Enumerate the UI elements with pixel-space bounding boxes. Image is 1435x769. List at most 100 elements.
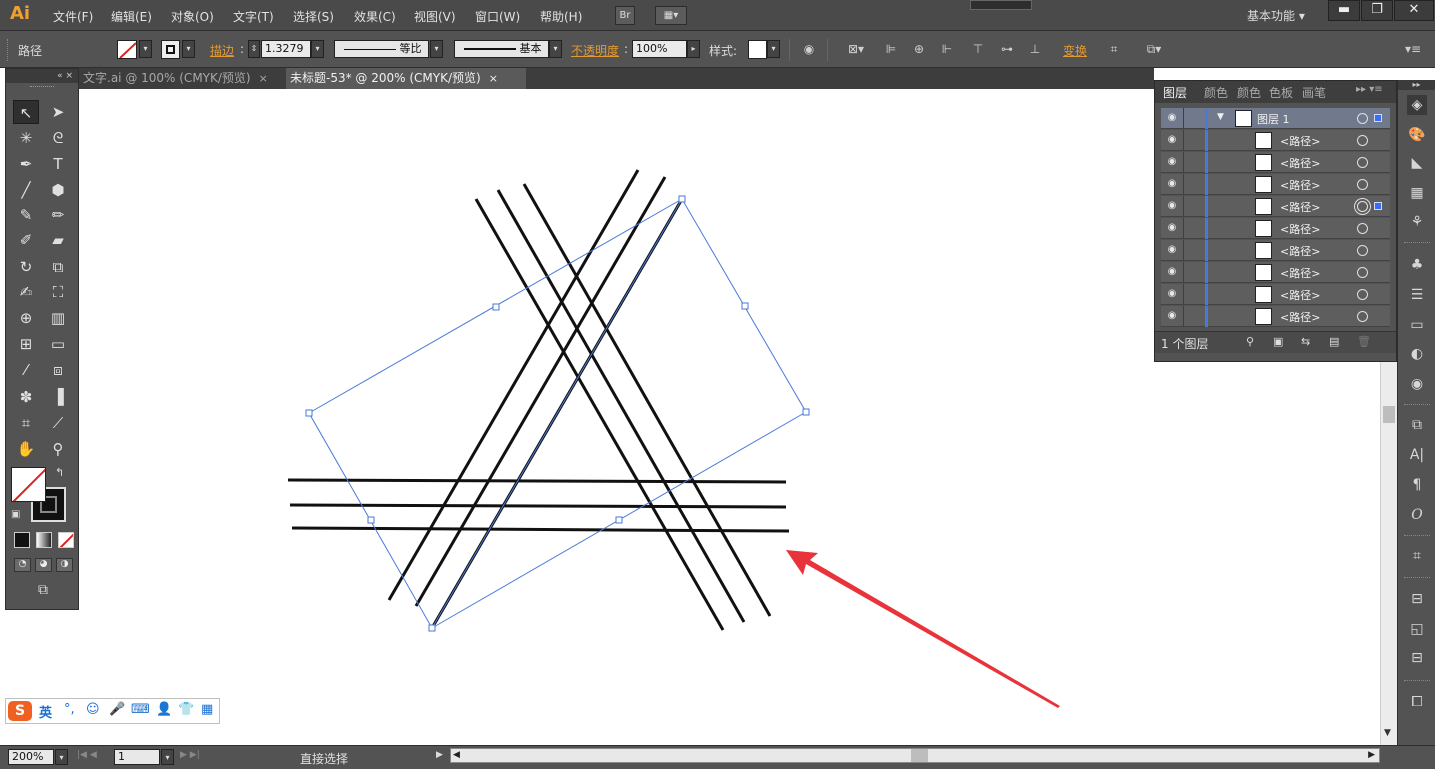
line-tool-icon[interactable]: ╱	[13, 178, 39, 202]
layer-row-layer-1[interactable]: ◉ ▼ 图层 1	[1161, 108, 1390, 129]
eye-icon[interactable]: ◉	[1165, 265, 1179, 279]
brushes-icon[interactable]: ⚘	[1407, 212, 1427, 232]
target-icon[interactable]	[1357, 311, 1368, 322]
target-icon[interactable]	[1357, 135, 1368, 146]
mesh-tool-icon[interactable]: ⊞	[13, 332, 39, 356]
brush-dropdown[interactable]: ▾	[549, 40, 562, 58]
minimize-button[interactable]: ▬	[1328, 0, 1360, 21]
eraser-tool-icon[interactable]: ▰	[45, 228, 71, 252]
none-mode-icon[interactable]	[58, 532, 74, 548]
align-middle-icon[interactable]: ⊶	[999, 41, 1015, 57]
direct-selection-tool-icon[interactable]: ➤	[45, 100, 71, 124]
scroll-right-icon[interactable]: ▶	[1368, 750, 1375, 760]
eye-icon[interactable]: ◉	[1165, 111, 1179, 125]
eye-icon[interactable]: ◉	[1165, 155, 1179, 169]
transform-link[interactable]: 变换	[1063, 42, 1087, 59]
layer-row-path[interactable]: ◉ <路径>	[1161, 218, 1390, 239]
artboard-dropdown[interactable]: ▾	[161, 749, 174, 765]
scroll-left-icon[interactable]: ◀	[453, 750, 460, 760]
bbox-handle[interactable]	[741, 302, 749, 310]
type-tool-icon[interactable]: T	[45, 152, 71, 176]
recolor-artwork-icon[interactable]: ◉	[801, 41, 817, 57]
scrollbar-thumb[interactable]	[1383, 406, 1395, 423]
draw-normal-icon[interactable]: ◔	[14, 558, 31, 572]
bbox-handle[interactable]	[802, 408, 810, 416]
align-to-icon[interactable]: ⊠▾	[843, 41, 869, 57]
zoom-dropdown[interactable]: ▾	[55, 749, 68, 765]
layer-row-path[interactable]: ◉ <路径>	[1161, 174, 1390, 195]
color-guide-icon[interactable]: ◣	[1407, 153, 1427, 173]
bbox-handle[interactable]	[678, 195, 686, 203]
path-name[interactable]: <路径>	[1280, 221, 1320, 237]
target-icon[interactable]	[1357, 179, 1368, 190]
rotate-tool-icon[interactable]: ↻	[13, 255, 39, 279]
layer-row-path[interactable]: ◉ <路径>	[1161, 130, 1390, 151]
lock-column[interactable]	[1183, 262, 1184, 283]
path-name[interactable]: <路径>	[1280, 287, 1320, 303]
control-panel-menu-icon[interactable]: ▾≡	[1402, 41, 1424, 57]
selection-tool-icon[interactable]: ↖	[13, 100, 39, 124]
restore-button[interactable]: ❐	[1361, 0, 1393, 21]
target-icon[interactable]	[1357, 289, 1368, 300]
toolbox-icon[interactable]: ▦	[201, 702, 213, 717]
path-name[interactable]: <路径>	[1280, 309, 1320, 325]
pathfinder-icon[interactable]: ◱	[1407, 619, 1427, 639]
tools-panel-header[interactable]: « ×	[6, 69, 78, 83]
ellipse-tool-icon[interactable]: ⬢	[45, 178, 71, 202]
align-center-icon[interactable]: ⊕	[911, 41, 927, 57]
graphic-style-dropdown[interactable]: ▾	[767, 40, 780, 58]
more-options-icon[interactable]: ⧉▾	[1139, 41, 1169, 57]
trash-icon[interactable]: 🗑	[1357, 335, 1371, 348]
opacity-link[interactable]: 不透明度	[571, 42, 619, 59]
artboard-tool-icon[interactable]: ⌗	[13, 411, 39, 435]
eye-icon[interactable]: ◉	[1165, 199, 1179, 213]
path-horizontal-3[interactable]	[291, 526, 790, 533]
target-icon[interactable]	[1357, 113, 1368, 124]
symbols-icon[interactable]: ♣	[1407, 255, 1427, 275]
align-panel-icon[interactable]: ⊟	[1407, 648, 1427, 668]
symbol-sprayer-tool-icon[interactable]: ✽	[13, 385, 39, 409]
path-diagonal-left-1[interactable]	[474, 198, 725, 631]
bbox-handle[interactable]	[305, 409, 313, 417]
path-diagonal-left-3[interactable]	[522, 183, 772, 617]
menu-edit[interactable]: 编辑(E)	[111, 8, 152, 25]
path-name[interactable]: <路径>	[1280, 177, 1320, 193]
slice-tool-icon[interactable]: ⟋	[45, 411, 71, 435]
paintbrush-tool-icon[interactable]: ✎	[13, 203, 39, 227]
workspace-switcher[interactable]: 基本功能 ▾	[1247, 7, 1305, 24]
warp-tool-icon[interactable]: ✍	[13, 280, 39, 304]
swap-fill-stroke-icon[interactable]: ↰	[55, 466, 69, 480]
path-name[interactable]: <路径>	[1280, 133, 1320, 149]
tab-layers[interactable]: 图层	[1163, 84, 1187, 101]
layer-name[interactable]: 图层 1	[1257, 111, 1290, 127]
layer-row-path[interactable]: ◉ <路径>	[1161, 306, 1390, 327]
close-icon[interactable]: ×	[489, 72, 498, 85]
sogou-logo-icon[interactable]: S	[8, 701, 32, 721]
draw-inside-icon[interactable]: ◑	[56, 558, 73, 572]
eye-icon[interactable]: ◉	[1165, 243, 1179, 257]
bbox-handle[interactable]	[615, 516, 623, 524]
isolate-icon[interactable]: ⌗	[1106, 41, 1122, 57]
variable-width-profile[interactable]: 等比	[334, 40, 429, 58]
swatches-icon[interactable]: ▦	[1407, 183, 1427, 203]
menu-select[interactable]: 选择(S)	[293, 8, 334, 25]
align-top-icon[interactable]: ⊤	[970, 41, 986, 57]
zoom-tool-icon[interactable]: ⚲	[45, 437, 71, 461]
perspective-grid-tool-icon[interactable]: ▥	[45, 306, 71, 330]
zoom-input[interactable]: 200%	[8, 749, 54, 765]
emoji-icon[interactable]: ☺	[86, 702, 100, 717]
tab-swatches[interactable]: 色板	[1269, 84, 1293, 101]
layer-row-path[interactable]: ◉ <路径>	[1161, 240, 1390, 261]
first-artboard-icon[interactable]: |◀ ◀	[77, 750, 97, 760]
tab-untitled-53[interactable]: 未标题-53* @ 200% (CMYK/预览) ×	[286, 68, 526, 89]
tab-color-guide[interactable]: 颜色	[1237, 84, 1261, 101]
stroke-link[interactable]: 描边	[210, 42, 234, 59]
artboards-icon[interactable]: ⧠	[1407, 692, 1427, 712]
path-diagonal-right-1[interactable]	[387, 169, 640, 601]
expand-icon[interactable]: ▼	[1217, 112, 1224, 122]
blend-tool-icon[interactable]: ⧈	[45, 358, 71, 382]
skin-icon[interactable]: 👕	[178, 702, 194, 717]
graphic-style-swatch[interactable]	[748, 40, 767, 59]
gradient-tool-icon[interactable]: ▭	[45, 332, 71, 356]
color-mode-icon[interactable]	[14, 532, 30, 548]
